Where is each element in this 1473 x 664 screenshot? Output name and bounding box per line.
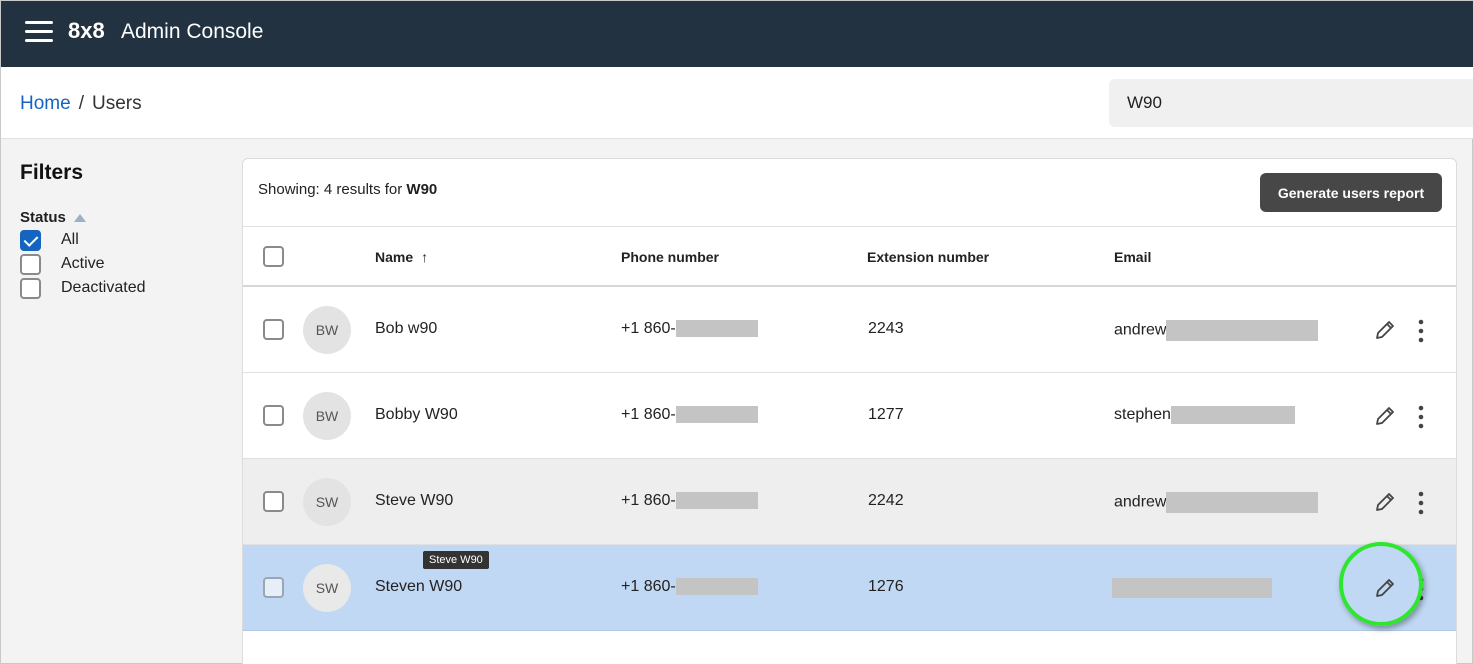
row-checkbox[interactable] bbox=[263, 405, 284, 426]
redacted-block bbox=[675, 578, 758, 596]
search-input[interactable] bbox=[1109, 79, 1473, 127]
email-address: stephen bbox=[1114, 406, 1171, 424]
more-options-icon[interactable] bbox=[1413, 318, 1429, 344]
edit-pencil-icon[interactable] bbox=[1373, 404, 1397, 428]
table-row[interactable]: BW Bobby W90 +1 860- 1277 stephen bbox=[243, 373, 1456, 459]
click-highlight-ring bbox=[1339, 542, 1423, 626]
top-bar: 8x8 Admin Console bbox=[1, 1, 1473, 67]
results-panel: Showing: 4 results for W90 Generate user… bbox=[242, 158, 1457, 664]
avatar: SW bbox=[303, 478, 351, 526]
app-title: Admin Console bbox=[121, 20, 264, 43]
redacted-block bbox=[675, 492, 758, 510]
column-name-label: Name bbox=[375, 249, 414, 265]
redacted-block bbox=[1166, 320, 1319, 341]
table-row[interactable]: SW Steve W90 +1 860- 2242 andrew bbox=[243, 459, 1456, 545]
redacted-block bbox=[675, 320, 758, 338]
email-cell: stephen bbox=[1114, 406, 1295, 424]
row-checkbox[interactable] bbox=[263, 319, 284, 340]
extension-number: 2242 bbox=[868, 492, 904, 509]
phone-cell: +1 860- bbox=[621, 492, 758, 510]
checkbox-active[interactable] bbox=[20, 253, 41, 275]
email-cell bbox=[1112, 578, 1272, 598]
table-header: Name ↑ Phone number Extension number Emai… bbox=[243, 226, 1456, 287]
phone-cell: +1 860- bbox=[621, 578, 758, 596]
select-all-checkbox[interactable] bbox=[263, 246, 284, 267]
name-tooltip: Steve W90 bbox=[423, 551, 489, 569]
user-name[interactable]: Steve W90 bbox=[375, 492, 453, 510]
filters-panel: Filters Status All Active Deactivated bbox=[20, 161, 220, 299]
avatar: BW bbox=[303, 392, 351, 440]
results-summary: Showing: 4 results for W90 bbox=[258, 181, 437, 198]
generate-users-report-button[interactable]: Generate users report bbox=[1260, 173, 1442, 212]
status-filter-label: Status bbox=[20, 209, 66, 226]
filter-label-active: Active bbox=[61, 255, 105, 272]
table-row[interactable]: BW Bob w90 +1 860- 2243 andrew bbox=[243, 287, 1456, 373]
column-header-name[interactable]: Name ↑ bbox=[375, 249, 428, 265]
avatar: SW bbox=[303, 564, 351, 612]
breadcrumb-home-link[interactable]: Home bbox=[20, 93, 71, 115]
avatar: BW bbox=[303, 306, 351, 354]
more-options-icon[interactable] bbox=[1413, 490, 1429, 516]
phone-number: +1 860- bbox=[621, 578, 676, 595]
results-prefix: Showing: 4 results for bbox=[258, 181, 407, 198]
extension-number: 2243 bbox=[868, 320, 904, 337]
column-header-email[interactable]: Email bbox=[1114, 249, 1151, 265]
filter-option-all[interactable]: All bbox=[20, 229, 220, 251]
brand-logo: 8x8 bbox=[68, 18, 105, 43]
email-address: andrew bbox=[1114, 321, 1167, 339]
breadcrumb-bar: Home / Users bbox=[1, 67, 1473, 139]
redacted-block bbox=[1170, 406, 1295, 424]
phone-number: +1 860- bbox=[621, 492, 676, 509]
more-options-icon[interactable] bbox=[1413, 404, 1429, 430]
caret-up-icon bbox=[73, 213, 86, 222]
filter-label-deactivated: Deactivated bbox=[61, 279, 146, 296]
email-address: andrew bbox=[1114, 493, 1167, 511]
column-header-phone[interactable]: Phone number bbox=[621, 249, 719, 265]
row-checkbox[interactable] bbox=[263, 577, 284, 598]
user-name[interactable]: Bobby W90 bbox=[375, 406, 458, 424]
email-cell: andrew bbox=[1114, 320, 1319, 341]
email-cell: andrew bbox=[1114, 492, 1319, 513]
redacted-block bbox=[1112, 578, 1272, 598]
edit-pencil-icon[interactable] bbox=[1373, 318, 1397, 342]
table-row[interactable]: SW Steve W90 Steven W90 +1 860- 1276 bbox=[243, 542, 1456, 631]
extension-number: 1276 bbox=[868, 578, 904, 595]
status-filter-toggle[interactable]: Status bbox=[20, 209, 220, 226]
results-query: W90 bbox=[406, 181, 438, 198]
user-name[interactable]: Bob w90 bbox=[375, 320, 437, 338]
extension-number: 1277 bbox=[868, 406, 904, 423]
filter-option-deactivated[interactable]: Deactivated bbox=[20, 277, 220, 299]
phone-number: +1 860- bbox=[621, 406, 676, 423]
filter-option-active[interactable]: Active bbox=[20, 253, 220, 275]
phone-cell: +1 860- bbox=[621, 406, 758, 424]
edit-pencil-icon[interactable] bbox=[1373, 490, 1397, 514]
redacted-block bbox=[1166, 492, 1319, 513]
redacted-block bbox=[675, 406, 758, 424]
user-name[interactable]: Steven W90 bbox=[375, 578, 462, 596]
column-header-extension[interactable]: Extension number bbox=[867, 249, 989, 265]
filter-label-all: All bbox=[61, 231, 79, 248]
breadcrumb: Home / Users bbox=[20, 93, 142, 115]
phone-cell: +1 860- bbox=[621, 320, 758, 338]
breadcrumb-current: Users bbox=[91, 93, 142, 114]
menu-icon[interactable] bbox=[25, 18, 53, 44]
filters-title: Filters bbox=[20, 161, 84, 184]
breadcrumb-separator: / bbox=[78, 93, 84, 114]
phone-number: +1 860- bbox=[621, 320, 676, 337]
row-checkbox[interactable] bbox=[263, 491, 284, 512]
checkbox-deactivated[interactable] bbox=[20, 277, 41, 299]
checkbox-all[interactable] bbox=[20, 229, 41, 251]
sort-ascending-icon: ↑ bbox=[421, 249, 429, 265]
